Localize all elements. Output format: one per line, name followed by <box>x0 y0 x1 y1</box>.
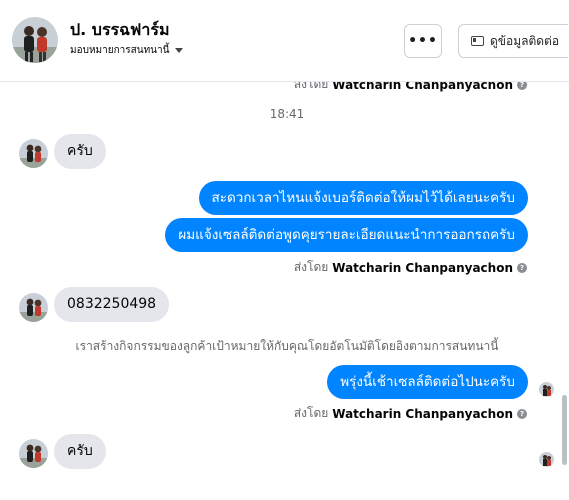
message-thread[interactable]: ส่งโดย Watcharin Chanpanyachon ? 18:41 ค… <box>0 82 560 500</box>
outgoing-message[interactable]: ผมแจ้งเซลล์ติดต่อพูดคุยรายละเอียดแนะนำกา… <box>165 218 528 252</box>
message-timestamp: 18:41 <box>269 107 305 121</box>
more-options-button[interactable]: ••• <box>404 24 442 58</box>
contact-avatar-small[interactable] <box>19 439 48 468</box>
contact-avatar[interactable] <box>12 17 58 63</box>
sent-by-label: ส่งโดย Watcharin Chanpanyachon ? <box>294 258 527 277</box>
caret-down-icon <box>175 48 184 53</box>
contact-avatar-small[interactable] <box>19 139 48 168</box>
system-note: เราสร้างกิจกรรมของลูกค้าเป้าหมายให้กับคุ… <box>75 339 499 353</box>
info-icon[interactable]: ? <box>517 408 527 419</box>
outgoing-message[interactable]: สะดวกเวลาไหนแจ้งเบอร์ติดต่อให้ผมไว้ได้เล… <box>198 181 528 215</box>
view-contact-info-label: ดูข้อมูลติดต่อ <box>490 33 560 48</box>
sender-name[interactable]: Watcharin Chanpanyachon <box>332 261 513 275</box>
sent-by-prefix: ส่งโดย <box>293 260 329 274</box>
view-contact-info-button[interactable]: ดูข้อมูลติดต่อ <box>458 24 568 58</box>
contact-name[interactable]: ป. บรรฉฟาร์ม <box>70 18 170 43</box>
conversation-header: ป. บรรฉฟาร์ม มอบหมายการสนทนานี้ ••• ดูข้… <box>0 0 569 82</box>
incoming-message[interactable]: ครับ <box>54 134 106 169</box>
sender-name[interactable]: Watcharin Chanpanyachon <box>332 407 513 421</box>
outgoing-message[interactable]: พรุ่งนี้เช้าเซลล์ติดต่อไปนะครับ <box>327 365 528 399</box>
incoming-message[interactable]: 0832250498 <box>54 287 170 322</box>
sent-by-prefix: ส่งโดย <box>293 82 329 91</box>
thread-scrollbar[interactable] <box>562 395 567 465</box>
incoming-message[interactable]: ครับ <box>54 434 106 469</box>
read-receipt-avatar <box>539 382 554 397</box>
contact-avatar-small[interactable] <box>19 293 48 322</box>
sent-by-label: ส่งโดย Watcharin Chanpanyachon ? <box>294 404 527 423</box>
id-card-icon <box>471 36 484 46</box>
sender-name[interactable]: Watcharin Chanpanyachon <box>332 82 513 92</box>
info-icon[interactable]: ? <box>517 262 527 273</box>
read-receipt-avatar <box>539 452 554 467</box>
assign-conversation-dropdown[interactable]: มอบหมายการสนทนานี้ <box>70 43 184 58</box>
assign-label: มอบหมายการสนทนานี้ <box>70 45 170 56</box>
sent-by-prefix: ส่งโดย <box>293 406 329 420</box>
info-icon[interactable]: ? <box>517 82 527 90</box>
sent-by-label: ส่งโดย Watcharin Chanpanyachon ? <box>294 82 527 94</box>
